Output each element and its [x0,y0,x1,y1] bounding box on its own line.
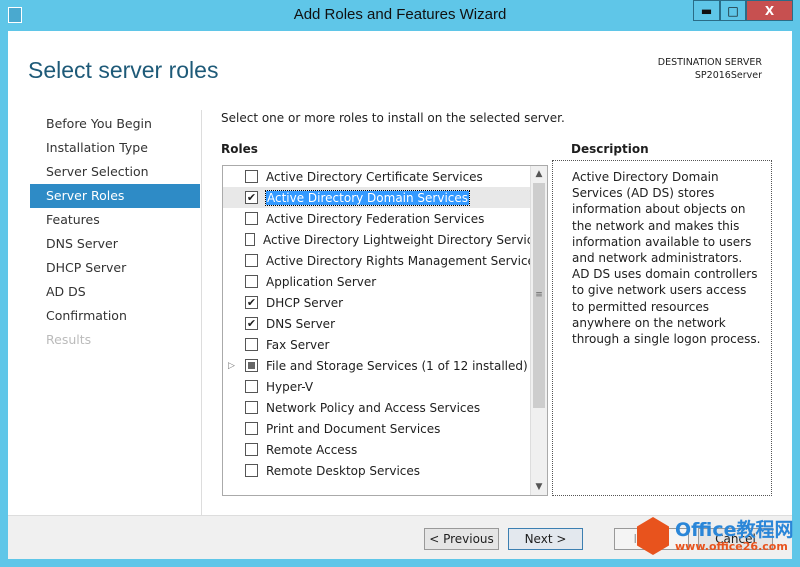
role-label: Active Directory Domain Services [264,189,471,206]
role-label: Active Directory Rights Management Servi… [266,253,542,268]
role-item[interactable]: Active Directory Certificate Services [223,166,547,187]
role-item[interactable]: Network Policy and Access Services [223,397,547,418]
role-checkbox[interactable] [245,338,258,351]
role-checkbox[interactable] [245,464,258,477]
watermark: Office教程网 www.office26.com [637,517,794,555]
role-checkbox[interactable] [245,443,258,456]
role-label: File and Storage Services (1 of 12 insta… [266,358,528,373]
nav-item[interactable]: AD DS [30,280,200,304]
role-item[interactable]: Remote Access [223,439,547,460]
role-item[interactable]: Active Directory Federation Services [223,208,547,229]
role-label: DNS Server [266,316,335,331]
role-label: Remote Desktop Services [266,463,421,478]
nav-item[interactable]: Server Selection [30,160,200,184]
nav-item[interactable]: Server Roles [30,184,200,208]
roles-scrollbar[interactable]: ▲ ≡ ▼ [530,166,547,495]
nav-item[interactable]: Features [30,208,200,232]
role-label: Hyper-V [266,379,314,394]
watermark-url: www.office26.com [675,539,788,553]
role-item[interactable]: Print and Document Services [223,418,547,439]
role-label: Print and Document Services [266,421,441,436]
role-item[interactable]: ▷ File and Storage Services (1 of 12 inst… [223,355,547,376]
watermark-brand: Office教程网 [675,518,794,541]
role-checkbox[interactable] [245,212,258,225]
previous-button[interactable]: < Previous [424,528,499,550]
role-checkbox[interactable] [245,233,255,246]
scroll-thumb[interactable]: ≡ [533,183,545,408]
nav-divider [201,110,202,515]
role-checkbox[interactable]: ✔ [245,317,258,330]
nav-item[interactable]: DNS Server [30,232,200,256]
role-checkbox[interactable] [245,359,258,372]
role-label: Active Directory Certificate Services [266,169,483,184]
role-label: DHCP Server [266,295,344,310]
role-item[interactable]: Application Server [223,271,547,292]
description-heading: Description [571,142,649,156]
scroll-down-icon[interactable]: ▼ [531,479,547,495]
nav-item[interactable]: Confirmation [30,304,200,328]
role-label: Remote Access [266,442,358,457]
role-item[interactable]: Hyper-V [223,376,547,397]
office-logo-icon [637,517,669,555]
role-item[interactable]: ✔ Active Directory Domain Services [223,187,547,208]
description-panel: Active Directory Domain Services (AD DS)… [552,160,772,496]
window-title: Add Roles and Features Wizard [293,6,507,23]
intro-text: Select one or more roles to install on t… [221,111,565,125]
role-checkbox[interactable] [245,380,258,393]
nav-item[interactable]: Before You Begin [30,112,200,136]
role-item[interactable]: ✔ DNS Server [223,313,547,334]
role-checkbox[interactable] [245,422,258,435]
role-item[interactable]: Active Directory Rights Management Servi… [223,250,547,271]
role-label: Active Directory Federation Services [266,211,485,226]
destination-label: DESTINATION SERVER [657,57,762,68]
scroll-up-icon[interactable]: ▲ [531,166,547,182]
minimize-button[interactable]: ▬ [693,0,720,21]
role-checkbox[interactable] [245,401,258,414]
nav-item: Results [46,332,92,347]
destination-server-name: SP2016Server [694,70,762,81]
wizard-nav: Before You Begin Installation Type Server … [30,112,200,352]
role-checkbox[interactable] [245,254,258,267]
roles-heading: Roles [221,142,258,156]
wizard-client: Select server roles DESTINATION SERVER S… [8,31,792,559]
role-label: Network Policy and Access Services [266,400,481,415]
role-item[interactable]: Fax Server [223,334,547,355]
maximize-button[interactable]: □ [720,0,746,21]
title-bar: Add Roles and Features Wizard ▬ □ X [0,0,800,31]
role-checkbox[interactable]: ✔ [245,191,258,204]
role-label: Application Server [266,274,377,289]
expand-icon[interactable]: ▷ [228,361,235,371]
page-title: Select server roles [28,57,219,83]
role-item[interactable]: Active Directory Lightweight Directory S… [223,229,547,250]
close-button[interactable]: X [746,0,793,21]
nav-item[interactable]: Installation Type [30,136,200,160]
role-item[interactable]: ✔ DHCP Server [223,292,547,313]
nav-item[interactable]: DHCP Server [30,256,200,280]
destination-server: DESTINATION SERVER SP2016Server [658,56,762,82]
role-checkbox[interactable] [245,170,258,183]
next-button[interactable]: Next > [508,528,583,550]
role-label: Fax Server [266,337,330,352]
role-label: Active Directory Lightweight Directory S… [263,232,547,247]
role-item[interactable]: Remote Desktop Services [223,460,547,481]
role-checkbox[interactable]: ✔ [245,296,258,309]
role-checkbox[interactable] [245,275,258,288]
roles-list[interactable]: Active Directory Certificate Services ✔ Ac… [222,165,548,496]
